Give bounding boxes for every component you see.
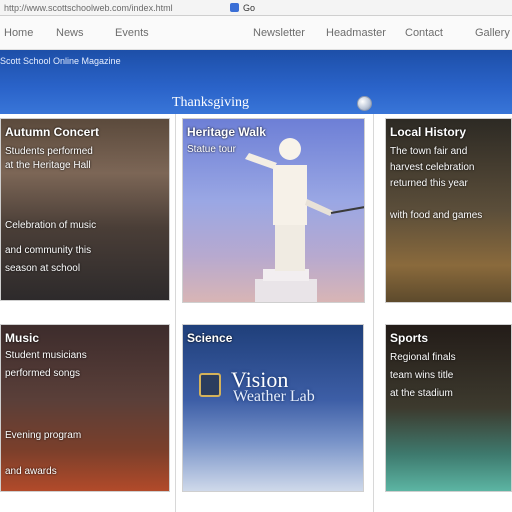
banner-title: Thanksgiving bbox=[172, 95, 249, 110]
browser-address-bar[interactable]: http://www.scottschoolweb.com/index.html… bbox=[0, 0, 512, 16]
article-card[interactable]: Autumn Concert Students performed at the… bbox=[0, 118, 170, 301]
top-navigation: Home News Events Newsletter Headmaster C… bbox=[0, 16, 512, 50]
go-icon[interactable] bbox=[230, 3, 239, 12]
card-text: performed songs bbox=[5, 368, 81, 379]
weather-station-icon bbox=[199, 373, 221, 397]
card-text: team wins title bbox=[390, 370, 454, 381]
card-title[interactable]: Science bbox=[187, 331, 232, 345]
article-card[interactable]: Heritage Walk Statue tour bbox=[182, 118, 365, 303]
article-card[interactable]: Science Vision Weather Lab bbox=[182, 324, 364, 492]
card-text: with food and games bbox=[390, 210, 483, 221]
card-text: season at school bbox=[5, 263, 81, 274]
column-divider bbox=[175, 114, 176, 512]
card-text: and community this bbox=[5, 245, 92, 256]
card-title[interactable]: Local History bbox=[390, 125, 466, 139]
nav-link-news[interactable]: News bbox=[56, 26, 84, 40]
card-subheadline: Weather Lab bbox=[233, 388, 315, 405]
nav-link-home[interactable]: Home bbox=[4, 26, 33, 40]
statue-image bbox=[245, 138, 364, 302]
column-divider bbox=[373, 114, 374, 512]
card-text: The town fair and bbox=[390, 146, 468, 157]
nav-link-newsletter[interactable]: Newsletter bbox=[253, 26, 305, 40]
banner-tagline: Scott School Online Magazine bbox=[0, 56, 121, 66]
card-text: Student musicians bbox=[5, 350, 87, 361]
card-text: and awards bbox=[5, 466, 57, 477]
nav-link-headmaster[interactable]: Headmaster bbox=[326, 26, 386, 40]
card-title[interactable]: Music bbox=[5, 331, 39, 345]
card-text: Students performed bbox=[5, 146, 93, 157]
card-text: Evening program bbox=[5, 430, 82, 441]
card-title[interactable]: Autumn Concert bbox=[5, 125, 99, 139]
article-card[interactable]: Local History The town fair and harvest … bbox=[385, 118, 512, 303]
article-card[interactable]: Sports Regional finals team wins title a… bbox=[385, 324, 512, 492]
nav-link-events[interactable]: Events bbox=[115, 26, 149, 40]
card-text: harvest celebration bbox=[390, 162, 475, 173]
card-text: returned this year bbox=[390, 178, 468, 189]
page: http://www.scottschoolweb.com/index.html… bbox=[0, 0, 512, 512]
card-title[interactable]: Sports bbox=[390, 331, 428, 345]
article-card[interactable]: Music Student musicians performed songs … bbox=[0, 324, 170, 492]
card-text: Regional finals bbox=[390, 352, 456, 363]
go-button[interactable]: Go bbox=[243, 2, 255, 14]
address-url[interactable]: http://www.scottschoolweb.com/index.html bbox=[4, 2, 224, 14]
nav-link-gallery[interactable]: Gallery bbox=[475, 26, 510, 40]
header-banner: Scott School Online Magazine Thanksgivin… bbox=[0, 50, 512, 118]
card-text: at the stadium bbox=[390, 388, 453, 399]
nav-link-contact[interactable]: Contact bbox=[405, 26, 443, 40]
card-text: Celebration of music bbox=[5, 220, 97, 231]
card-text: at the Heritage Hall bbox=[5, 160, 91, 171]
globe-icon[interactable] bbox=[357, 96, 372, 111]
